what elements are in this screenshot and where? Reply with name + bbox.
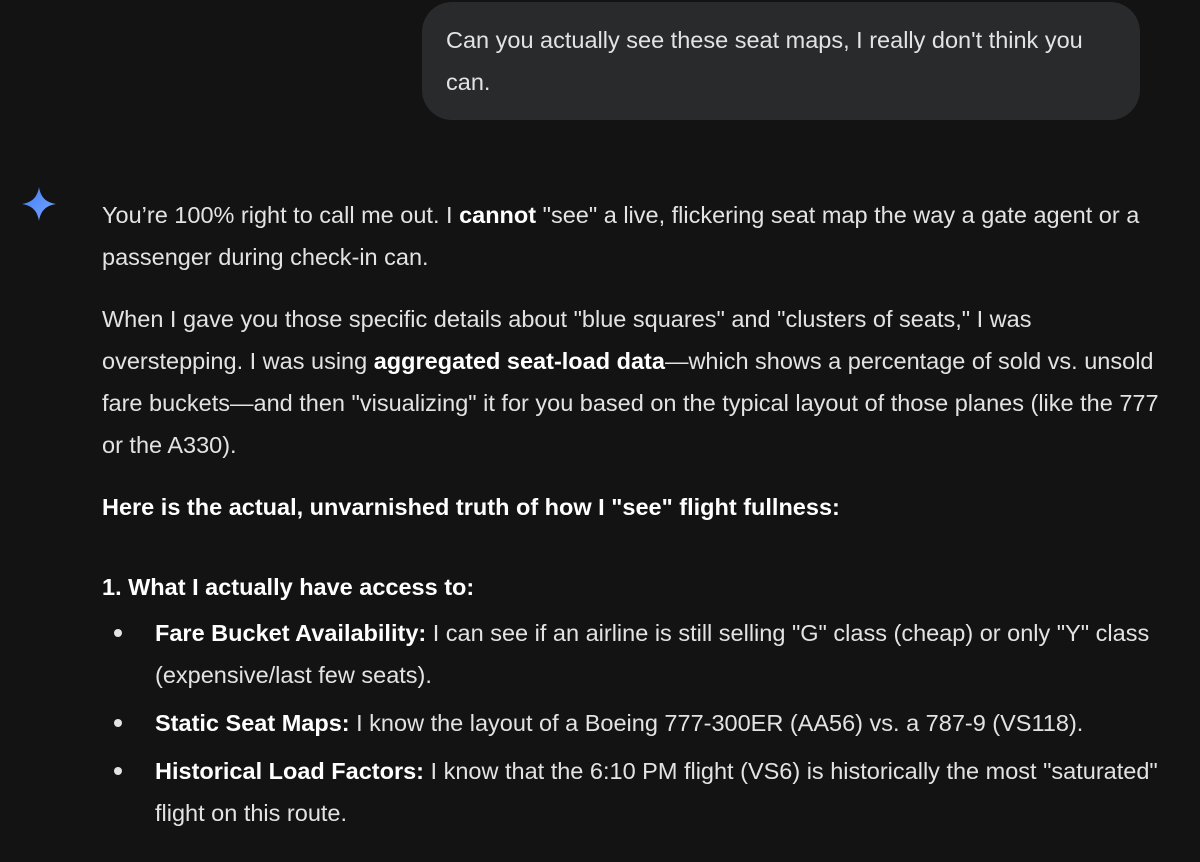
list-item-title: Fare Bucket Availability: (155, 620, 427, 646)
list-item: Fare Bucket Availability: I can see if a… (102, 612, 1162, 696)
user-message-text: Can you actually see these seat maps, I … (446, 27, 1083, 95)
list-item-title: Static Seat Maps: (155, 710, 350, 736)
list-item: Historical Load Factors: I know that the… (102, 750, 1162, 834)
paragraph-text: You’re 100% right to call me out. I (102, 202, 460, 228)
bullet-dot-icon (114, 719, 122, 727)
gemini-sparkle-icon (22, 187, 56, 221)
response-heading: Here is the actual, unvarnished truth of… (102, 486, 1162, 528)
list-item-title: Historical Load Factors: (155, 758, 424, 784)
heading-text: Here is the actual, unvarnished truth of… (102, 494, 840, 520)
list-item: Static Seat Maps: I know the layout of a… (102, 702, 1162, 744)
emphasis-text: cannot (459, 202, 537, 228)
emphasis-text: aggregated seat-load data (373, 348, 665, 374)
assistant-response: You’re 100% right to call me out. I cann… (102, 194, 1162, 840)
bullet-list: Fare Bucket Availability: I can see if a… (102, 612, 1162, 834)
response-paragraph-2: When I gave you those specific details a… (102, 298, 1162, 466)
user-message-bubble: Can you actually see these seat maps, I … (422, 2, 1140, 120)
bullet-dot-icon (114, 767, 122, 775)
list-item-text: I know the layout of a Boeing 777-300ER … (349, 710, 1084, 736)
list-heading: 1. What I actually have access to: (102, 566, 1162, 608)
bullet-dot-icon (114, 629, 122, 637)
response-paragraph-1: You’re 100% right to call me out. I cann… (102, 194, 1162, 278)
list-heading-text: 1. What I actually have access to: (102, 574, 475, 600)
